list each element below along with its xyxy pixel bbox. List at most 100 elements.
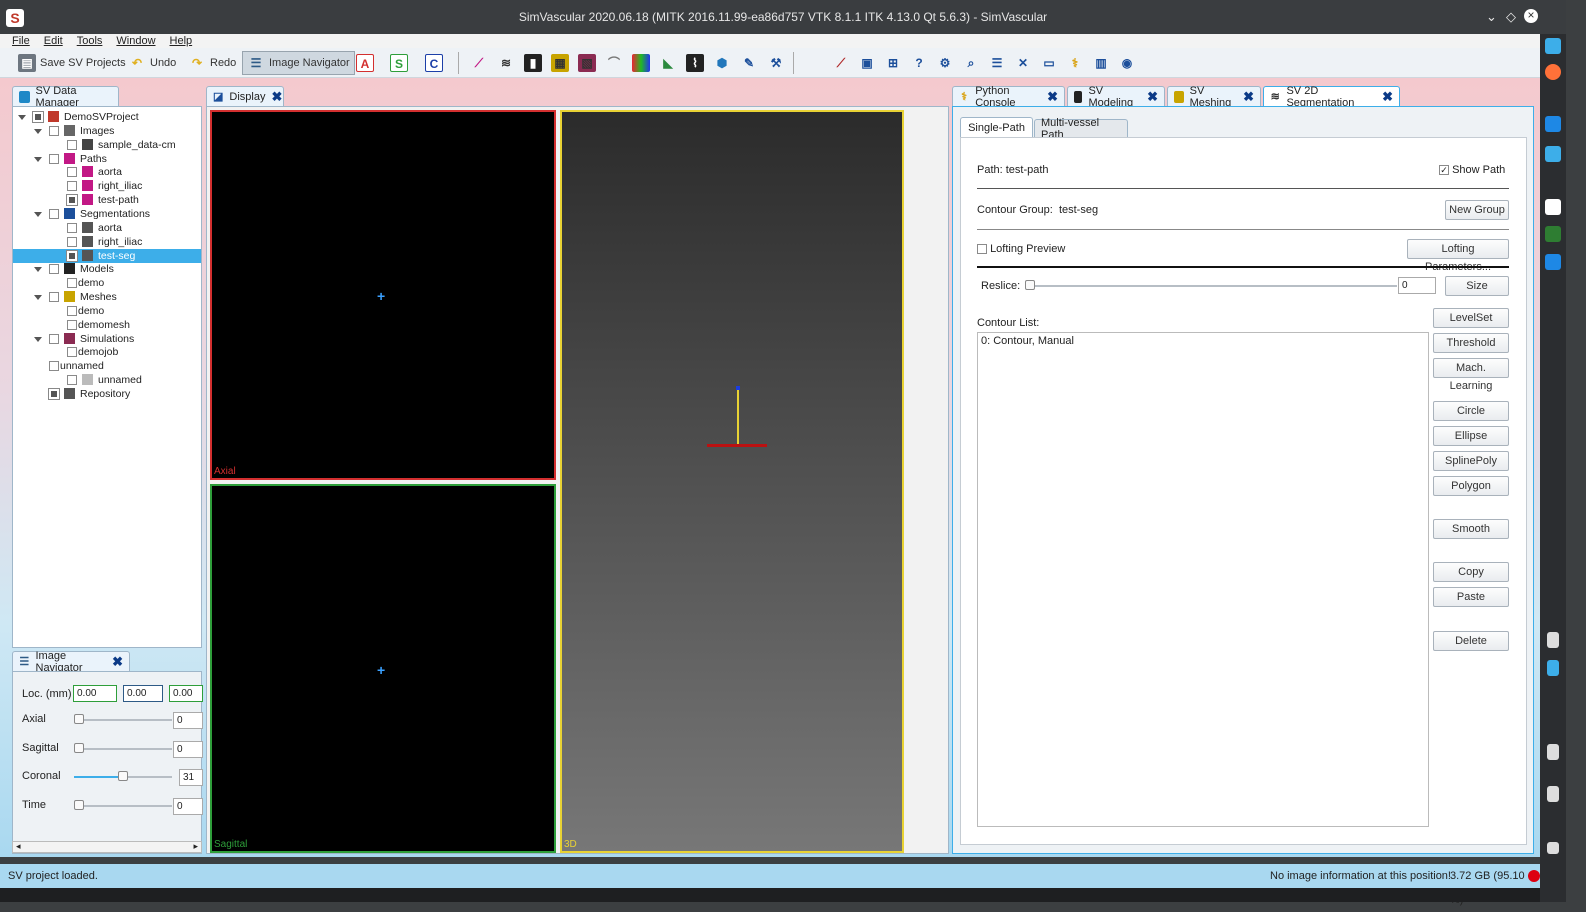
reslice-slider[interactable] [1025, 280, 1397, 290]
horizontal-scrollbar[interactable]: ◂ ▸ [12, 841, 202, 853]
tab-image-navigator[interactable]: ☰ Image Navigator ✖ [12, 650, 130, 674]
axial-view[interactable]: + Axial [210, 110, 556, 480]
vscode-icon[interactable] [1545, 116, 1561, 132]
lock-icon[interactable] [1547, 744, 1559, 760]
list-icon[interactable]: ☰ [988, 54, 1006, 72]
splinepoly-button[interactable]: SplinePoly [1433, 451, 1509, 471]
tree-item[interactable]: demomesh [13, 318, 201, 332]
tools-icon[interactable]: ✕ [1014, 54, 1032, 72]
sagittal-view[interactable]: + Sagittal [210, 484, 556, 853]
expand-arrow-icon[interactable] [18, 115, 26, 120]
visibility-checkbox[interactable] [49, 292, 59, 303]
volume-icon[interactable] [1547, 786, 1559, 802]
contour-list[interactable]: 0: Contour, Manual [977, 332, 1429, 827]
tree-item[interactable]: test-seg [13, 248, 201, 263]
close-icon[interactable]: ✖ [1147, 89, 1158, 105]
expand-arrow-icon[interactable] [34, 211, 42, 217]
window-icon[interactable] [1545, 146, 1561, 162]
visibility-checkbox[interactable] [67, 319, 77, 330]
loc-y-input[interactable]: 0.00 [123, 685, 163, 702]
visibility-checkbox[interactable] [32, 111, 44, 123]
expand-arrow-icon[interactable] [34, 267, 42, 273]
redo-button[interactable]: ↷ Redo [188, 51, 236, 75]
tab-sv-data-manager[interactable]: SV Data Manager [12, 85, 119, 109]
tree-item[interactable]: demojob [13, 345, 201, 359]
tree-item[interactable]: Paths [13, 152, 201, 166]
size-button[interactable]: Size [1445, 276, 1509, 296]
menu-file[interactable]: File [12, 34, 30, 48]
menu-window[interactable]: Window [116, 34, 155, 48]
clipboard-icon[interactable] [1547, 632, 1559, 648]
visibility-checkbox[interactable] [66, 249, 78, 262]
visibility-checkbox[interactable] [49, 264, 59, 275]
close-icon[interactable]: ✖ [1243, 89, 1254, 105]
tab-sv-2d-segmentation[interactable]: ≋ SV 2D Segmentation ✖ [1263, 85, 1400, 109]
settings-panel-icon[interactable]: ⚙ [936, 54, 954, 72]
tree-item[interactable]: Segmentations [13, 207, 201, 221]
threshold-button[interactable]: Threshold [1433, 333, 1509, 353]
three-d-view[interactable]: 3D [560, 110, 904, 853]
lofting-preview-checkbox[interactable]: Lofting Preview [977, 243, 1065, 255]
loc-x-input[interactable]: 0.00 [73, 685, 117, 702]
visibility-checkbox[interactable] [49, 208, 59, 219]
visibility-checkbox[interactable] [48, 388, 60, 400]
coronal-view-button[interactable]: C [425, 51, 443, 75]
visibility-checkbox[interactable] [67, 236, 77, 247]
save-projects-button[interactable]: ▤ Save SV Projects [18, 51, 126, 75]
smooth-button[interactable]: Smooth [1433, 519, 1509, 539]
tree-item[interactable]: test-path [13, 193, 201, 207]
help-icon[interactable]: ? [910, 54, 928, 72]
sagittal-slider[interactable] [74, 742, 172, 753]
network-icon[interactable] [1547, 660, 1559, 676]
curve-tool-icon[interactable]: ⌒ [605, 54, 623, 72]
data-manager-tree[interactable]: DemoSVProject Images sample_data-cm Paths ao… [12, 106, 202, 648]
eye-icon[interactable]: ◉ [1118, 54, 1136, 72]
tree-item[interactable]: DemoSVProject [13, 110, 201, 124]
paste-button[interactable]: Paste [1433, 587, 1509, 607]
segmentation-tool-icon[interactable]: ≋ [497, 54, 515, 72]
sagittal-view-button[interactable]: S [390, 51, 408, 75]
tree-item[interactable]: aorta [13, 221, 201, 235]
time-slider[interactable] [74, 799, 172, 810]
tree-item[interactable]: Meshes [13, 290, 201, 304]
tree-item[interactable]: Repository [13, 387, 201, 401]
tree-item[interactable]: sample_data-cm [13, 138, 201, 152]
coronal-spinbox[interactable]: 31 [179, 769, 203, 786]
menu-help[interactable]: Help [170, 34, 193, 48]
firefox-icon[interactable] [1545, 64, 1561, 80]
tab-sv-modeling[interactable]: SV Modeling ✖ [1067, 85, 1165, 109]
chart-icon[interactable]: ▥ [1092, 54, 1110, 72]
visibility-checkbox[interactable] [67, 347, 77, 358]
visibility-checkbox[interactable] [66, 194, 78, 207]
visibility-checkbox[interactable] [67, 181, 77, 192]
tree-item[interactable]: right_iliac [13, 235, 201, 249]
visibility-checkbox[interactable] [49, 125, 59, 136]
mesh-tool-icon[interactable]: ▦ [551, 54, 569, 72]
menu-tools[interactable]: Tools [77, 34, 103, 48]
simvascular-icon[interactable] [1545, 199, 1561, 215]
image-viewer-icon[interactable] [1545, 226, 1561, 242]
lofting-parameters-button[interactable]: Lofting Parameters... [1407, 239, 1509, 273]
tree-item[interactable]: unnamed [13, 359, 201, 373]
visibility-checkbox[interactable] [49, 333, 59, 344]
romsim-icon[interactable]: ⌇ [686, 54, 704, 72]
loc-z-input[interactable]: 0.00 [169, 685, 203, 702]
expand-arrow-icon[interactable] [34, 295, 42, 301]
close-button[interactable]: × [1524, 9, 1538, 23]
maximize-button[interactable]: ◇ [1506, 9, 1516, 25]
visibility-checkbox[interactable] [67, 278, 77, 289]
visibility-checkbox[interactable] [67, 305, 77, 316]
close-icon[interactable]: ✖ [112, 654, 123, 670]
flow-tool-icon[interactable]: ◣ [659, 54, 677, 72]
undo-button[interactable]: ↶ Undo [128, 51, 176, 75]
tab-display[interactable]: ◪ Display ✖ [206, 86, 284, 106]
mach-learning-button[interactable]: Mach. Learning [1433, 358, 1509, 392]
minimize-button[interactable]: ⌄ [1486, 9, 1497, 25]
tab-sv-meshing[interactable]: SV Meshing ✖ [1167, 85, 1261, 109]
tree-item[interactable]: demo [13, 304, 201, 318]
subtab-multi-vessel-path[interactable]: Multi-vessel Path [1034, 117, 1128, 141]
tree-item[interactable]: right_iliac [13, 179, 201, 193]
tree-item[interactable]: Images [13, 124, 201, 138]
polygon-button[interactable]: Polygon [1433, 476, 1509, 496]
tree-item[interactable]: aorta [13, 165, 201, 179]
